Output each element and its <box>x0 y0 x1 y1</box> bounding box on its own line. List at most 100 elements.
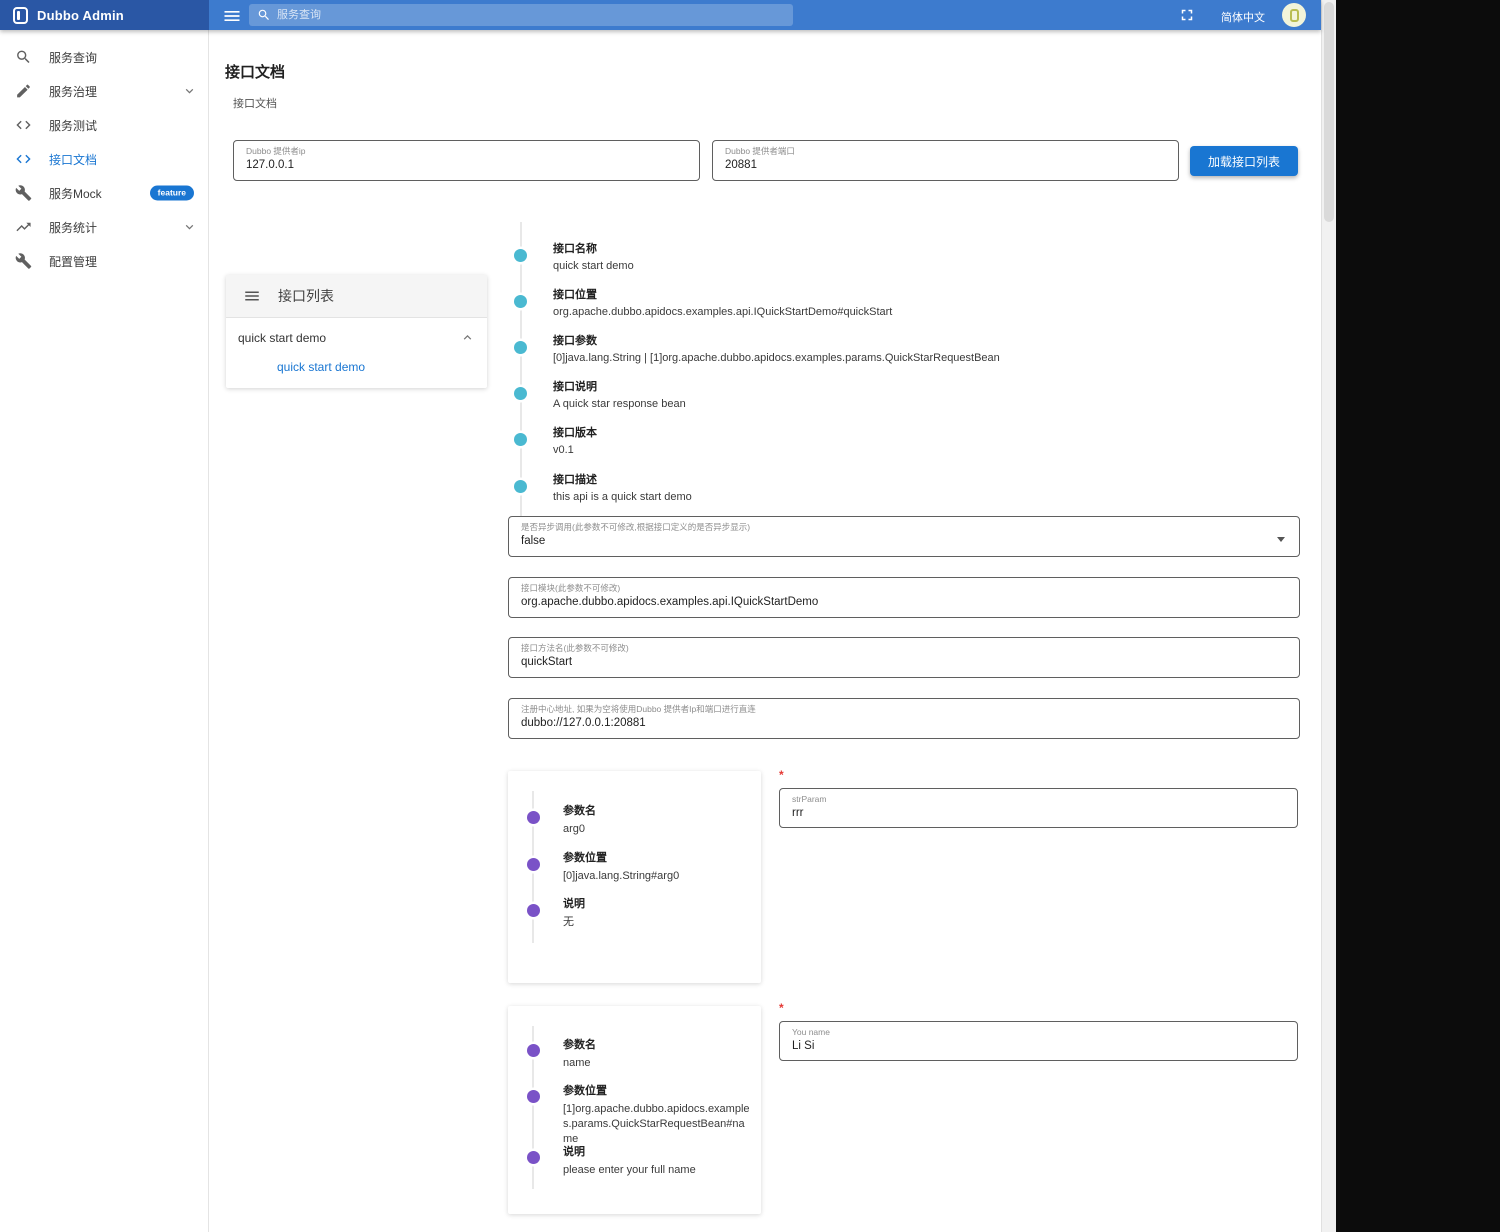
async-select-value: false <box>521 535 546 547</box>
param-info-value: [1]org.apache.dubbo.apidocs.examples.par… <box>563 1103 750 1145</box>
param-info-value: 无 <box>563 916 574 928</box>
app-window: Dubbo Admin 简体中文 服务查询 服务治理 <box>0 0 1336 1232</box>
api-info-item: 接口说明 A quick star response bean <box>553 378 1293 410</box>
api-list-header: 接口列表 <box>226 275 487 318</box>
load-api-list-button[interactable]: 加载接口列表 <box>1190 146 1298 176</box>
api-info-label: 接口名称 <box>553 243 597 255</box>
chevron-down-icon <box>182 220 197 235</box>
hamburger-menu-icon[interactable] <box>243 287 261 305</box>
param-card-arg0: 参数名 arg0 参数位置 [0]java.lang.String#arg0 说… <box>508 771 761 983</box>
wrench-icon <box>15 253 32 270</box>
api-info-value: org.apache.dubbo.apidocs.examples.api.IQ… <box>553 306 893 318</box>
api-info-label: 接口参数 <box>553 335 597 347</box>
api-info-timeline: 接口名称 quick start demo 接口位置 org.apache.du… <box>508 222 1308 522</box>
api-list-card: 接口列表 quick start demo quick start demo <box>226 275 487 388</box>
api-module-field[interactable]: 接口模块(此参数不可修改) <box>508 577 1300 618</box>
search-icon <box>15 49 32 66</box>
timeline-line <box>520 222 522 516</box>
search-input[interactable] <box>277 9 785 21</box>
param-info-label: 参数名 <box>563 805 596 817</box>
sidebar-item-label: 服务测试 <box>49 118 98 133</box>
user-avatar[interactable] <box>1282 3 1306 27</box>
api-info-label: 接口说明 <box>553 381 597 393</box>
trending-chart-icon <box>15 219 32 236</box>
param-info-item: 参数名 name <box>563 1036 751 1071</box>
sidebar-item-config-management[interactable]: 配置管理 <box>0 244 208 278</box>
api-info-item: 接口参数 [0]java.lang.String | [1]org.apache… <box>553 332 1293 364</box>
sidebar-item-label: 服务Mock <box>49 186 102 201</box>
timeline-dot <box>514 480 527 493</box>
brand-area: Dubbo Admin <box>0 0 209 30</box>
api-method-input[interactable] <box>521 654 1287 670</box>
str-param-label: strParam <box>792 794 827 804</box>
param-info-value: arg0 <box>563 823 586 835</box>
param-info-label: 说明 <box>563 1146 585 1158</box>
timeline-dot <box>527 858 540 871</box>
required-marker: * <box>779 768 784 782</box>
chevron-up-icon <box>460 330 475 345</box>
provider-ip-label: Dubbo 提供者ip <box>246 146 306 156</box>
sidebar-item-service-mock[interactable]: 服务Mock feature <box>0 176 208 210</box>
fullscreen-icon[interactable] <box>1178 6 1196 24</box>
scrollbar-thumb[interactable] <box>1324 2 1334 222</box>
provider-port-field[interactable]: Dubbo 提供者端口 <box>712 140 1179 181</box>
api-module-input[interactable] <box>521 594 1287 610</box>
code-icon <box>15 151 32 168</box>
sidebar-item-service-governance[interactable]: 服务治理 <box>0 74 208 108</box>
timeline-dot <box>514 249 527 262</box>
sidebar-item-api-docs[interactable]: 接口文档 <box>0 142 208 176</box>
you-name-input[interactable] <box>792 1038 1285 1054</box>
sidebar-item-service-search[interactable]: 服务查询 <box>0 40 208 74</box>
api-info-value: v0.1 <box>553 444 574 456</box>
registry-address-field[interactable]: 注册中心地址, 如果为空将使用Dubbo 提供者Ip和端口进行直连 <box>508 698 1300 739</box>
provider-ip-input[interactable] <box>246 157 687 173</box>
language-switcher[interactable]: 简体中文 <box>1221 9 1265 25</box>
str-param-field[interactable]: strParam <box>779 788 1298 828</box>
param-info-item: 参数位置 [1]org.apache.dubbo.apidocs.example… <box>563 1082 751 1147</box>
param-info-item: 说明 无 <box>563 895 751 930</box>
sidebar-item-service-statistics[interactable]: 服务统计 <box>0 210 208 244</box>
global-search[interactable] <box>249 4 793 26</box>
wrench-icon <box>15 185 32 202</box>
page-title: 接口文档 <box>225 64 286 81</box>
str-param-input[interactable] <box>792 805 1285 821</box>
you-name-label: You name <box>792 1027 830 1037</box>
sidebar-item-label: 接口文档 <box>49 152 98 167</box>
param-info-value: please enter your full name <box>563 1164 696 1176</box>
api-info-item: 接口位置 org.apache.dubbo.apidocs.examples.a… <box>553 286 1293 318</box>
hamburger-menu-icon[interactable] <box>222 6 242 24</box>
sidebar-item-service-test[interactable]: 服务测试 <box>0 108 208 142</box>
param-info-value: name <box>563 1057 591 1069</box>
provider-ip-field[interactable]: Dubbo 提供者ip <box>233 140 700 181</box>
api-group-label: quick start demo <box>238 330 327 345</box>
pencil-icon <box>15 83 32 100</box>
param-info-item: 参数名 arg0 <box>563 802 751 837</box>
api-info-item: 接口描述 this api is a quick start demo <box>553 471 1293 503</box>
registry-address-input[interactable] <box>521 715 1287 731</box>
async-select-label: 是否异步调用(此参数不可修改,根据接口定义的是否异步显示) <box>521 522 751 532</box>
search-icon <box>258 9 269 20</box>
param-info-value: [0]java.lang.String#arg0 <box>563 870 680 882</box>
api-method-link[interactable]: quick start demo <box>226 357 487 388</box>
top-header: Dubbo Admin 简体中文 <box>0 0 1321 30</box>
timeline-dot <box>527 1090 540 1103</box>
api-info-label: 接口版本 <box>553 427 597 439</box>
timeline-dot <box>514 295 527 308</box>
timeline-dot <box>514 433 527 446</box>
dropdown-caret-icon[interactable] <box>1277 537 1285 542</box>
provider-port-label: Dubbo 提供者端口 <box>725 146 795 156</box>
breadcrumb: 接口文档 <box>233 98 277 110</box>
provider-port-input[interactable] <box>725 157 1166 173</box>
brand-title: Dubbo Admin <box>37 7 124 23</box>
async-select-field[interactable]: 是否异步调用(此参数不可修改,根据接口定义的是否异步显示) false <box>508 516 1300 557</box>
param-info-item: 参数位置 [0]java.lang.String#arg0 <box>563 849 751 884</box>
param-info-label: 参数位置 <box>563 852 607 864</box>
api-group-row[interactable]: quick start demo <box>226 318 487 357</box>
param-info-label: 参数名 <box>563 1039 596 1051</box>
timeline-dot <box>527 1044 540 1057</box>
timeline-dot <box>527 1151 540 1164</box>
vertical-scrollbar[interactable] <box>1321 0 1336 1232</box>
you-name-field[interactable]: You name <box>779 1021 1298 1061</box>
api-method-field[interactable]: 接口方法名(此参数不可修改) <box>508 637 1300 678</box>
api-info-label: 接口描述 <box>553 474 597 486</box>
